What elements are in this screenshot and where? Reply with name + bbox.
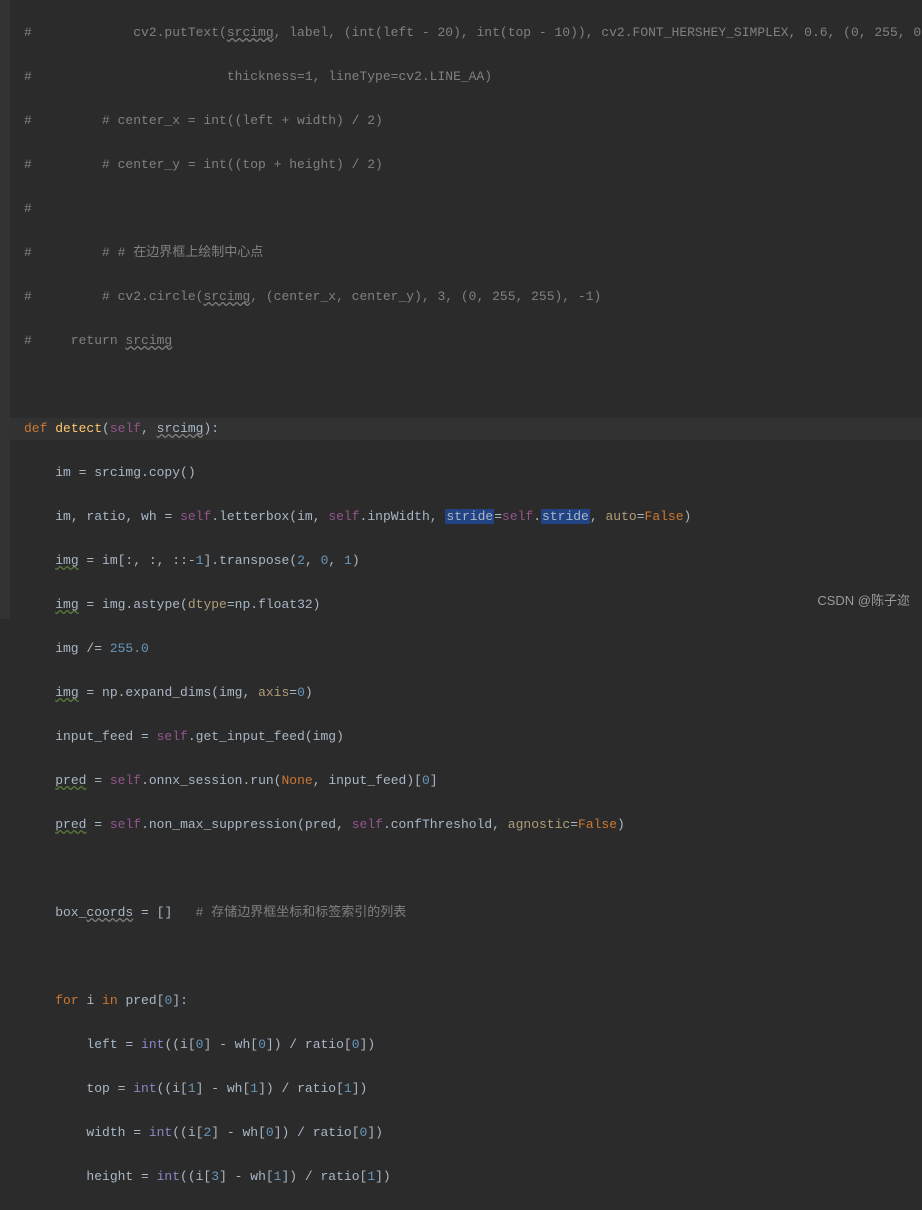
code-line[interactable]: # return srcimg	[10, 330, 922, 352]
watermark-text: CSDN @陈子迩	[817, 590, 910, 609]
code-line[interactable]: img = np.expand_dims(img, axis=0)	[10, 682, 922, 704]
comment-text: # # # 在边界框上绘制中心点	[24, 245, 263, 260]
code-line[interactable]: im, ratio, wh = self.letterbox(im, self.…	[10, 506, 922, 528]
code-line[interactable]: img /= 255.0	[10, 638, 922, 660]
code-line[interactable]: # # center_x = int((left + width) / 2)	[10, 110, 922, 132]
code-line[interactable]: width = int((i[2] - wh[0]) / ratio[0])	[10, 1122, 922, 1144]
code-line[interactable]: # thickness=1, lineType=cv2.LINE_AA)	[10, 66, 922, 88]
code-line[interactable]: height = int((i[3] - wh[1]) / ratio[1])	[10, 1166, 922, 1188]
code-line[interactable]: pred = self.onnx_session.run(None, input…	[10, 770, 922, 792]
keyword-def: def	[24, 421, 55, 436]
code-line[interactable]: # # cv2.circle(srcimg, (center_x, center…	[10, 286, 922, 308]
code-line[interactable]: pred = self.non_max_suppression(pred, se…	[10, 814, 922, 836]
gutter-stripe	[0, 0, 10, 619]
code-line[interactable]: box_coords = [] # 存储边界框坐标和标签索引的列表	[10, 902, 922, 924]
function-name: detect	[55, 421, 102, 436]
blank-line[interactable]	[10, 946, 922, 968]
comment-text: #	[24, 201, 32, 216]
blank-line[interactable]	[10, 374, 922, 396]
comment-text: # # center_x = int((left + width) / 2)	[24, 113, 383, 128]
blank-line[interactable]	[10, 858, 922, 880]
code-line[interactable]: # cv2.putText(srcimg, label, (int(left -…	[10, 22, 922, 44]
code-line[interactable]: img = im[:, :, ::-1].transpose(2, 0, 1)	[10, 550, 922, 572]
code-line[interactable]: top = int((i[1] - wh[1]) / ratio[1])	[10, 1078, 922, 1100]
comment-text: # thickness=1, lineType=cv2.LINE_AA)	[24, 69, 492, 84]
code-line[interactable]: # # center_y = int((top + height) / 2)	[10, 154, 922, 176]
comment-text: # cv2.putText(srcimg, label, (int(left -…	[24, 25, 922, 40]
code-line[interactable]: left = int((i[0] - wh[0]) / ratio[0])	[10, 1034, 922, 1056]
comment-text: # # center_y = int((top + height) / 2)	[24, 157, 383, 172]
code-line[interactable]: input_feed = self.get_input_feed(img)	[10, 726, 922, 748]
code-line-def[interactable]: def detect(self, srcimg):	[10, 418, 922, 440]
comment-text: # # cv2.circle(srcimg, (center_x, center…	[24, 289, 601, 304]
code-line[interactable]: #	[10, 198, 922, 220]
comment-text: # return srcimg	[24, 333, 172, 348]
code-line[interactable]: im = srcimg.copy()	[10, 462, 922, 484]
code-line[interactable]: # # # 在边界框上绘制中心点	[10, 242, 922, 264]
code-line[interactable]: img = img.astype(dtype=np.float32)	[10, 594, 922, 616]
code-editor[interactable]: # cv2.putText(srcimg, label, (int(left -…	[0, 0, 922, 1210]
self-param: self	[110, 421, 141, 436]
code-line[interactable]: for i in pred[0]:	[10, 990, 922, 1012]
